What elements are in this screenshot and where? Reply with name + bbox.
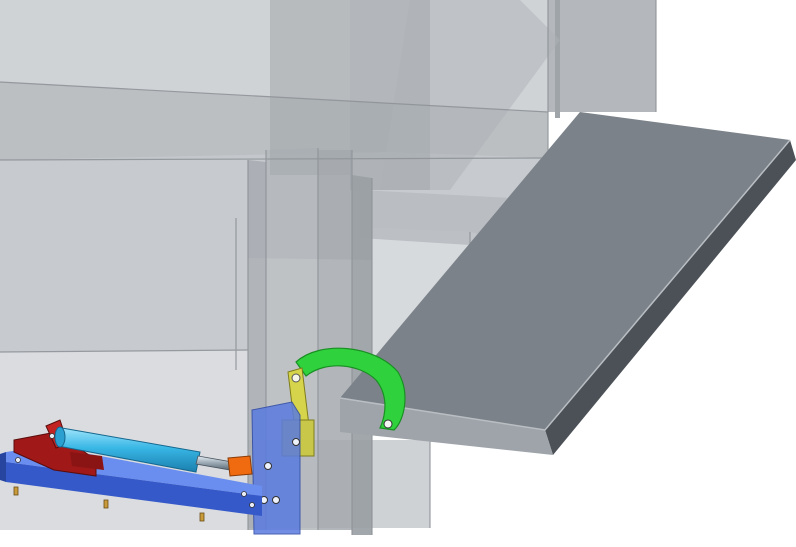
pivot-block-bolt-d [272,496,280,504]
housing-pillar-c [318,150,352,530]
housing-right-wall [548,0,656,112]
connector-body [227,455,253,477]
cad-scene [0,0,796,535]
orange-connector [227,455,253,477]
rail-bolt [241,491,247,497]
cylinder-endcap [54,426,66,448]
rail-stud [13,486,19,496]
rail-bolt [15,457,21,463]
rail-bolt [249,502,255,508]
rail-stud [103,499,109,509]
housing-right-face [555,0,560,118]
rail-end [0,452,6,482]
bracket-pivot-top [291,373,301,383]
rail-stud [199,512,205,522]
arc-link-pivot [383,419,393,429]
red-mount-bolt [49,433,55,439]
pivot-block-bolt-b [264,462,272,470]
pivot-block-bolt-a [292,438,300,446]
housing-beam-left [270,0,350,175]
